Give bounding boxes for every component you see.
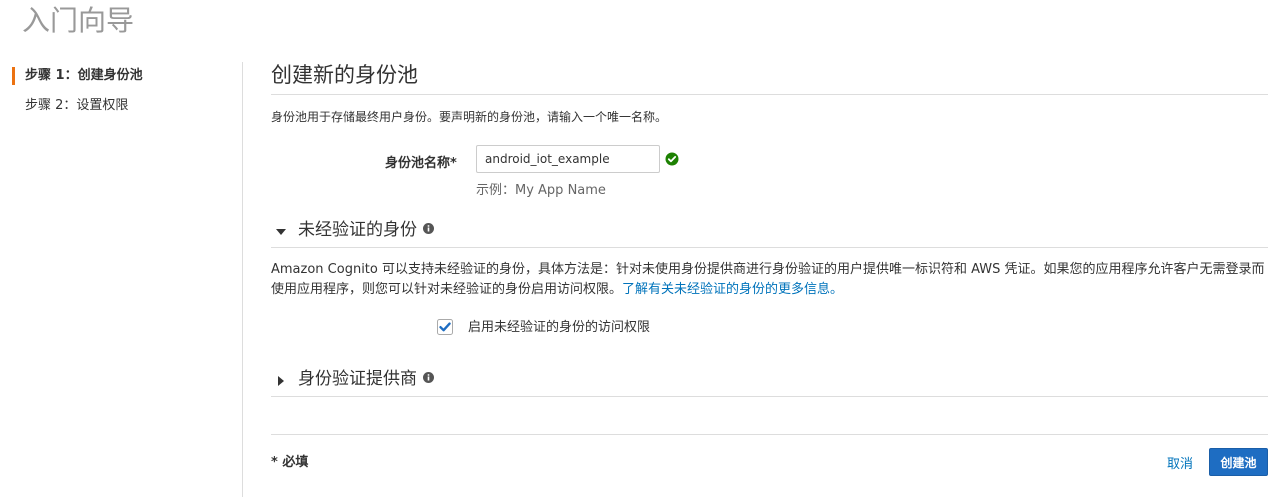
page-title: 创建新的身份池 [271, 60, 1268, 95]
footer-divider [271, 434, 1268, 435]
sidebar-step-1[interactable]: 步骤 1：创建身份池 [12, 66, 232, 86]
cancel-button[interactable]: 取消 [1167, 453, 1193, 472]
info-icon[interactable] [423, 372, 434, 383]
sidebar-step-2[interactable]: 步骤 2：设置权限 [12, 96, 232, 116]
providers-section-title: 身份验证提供商 [298, 367, 434, 391]
enable-unauth-label: 启用未经验证的身份的访问权限 [468, 320, 651, 335]
required-note: * 必填 [271, 455, 309, 470]
check-circle-icon [665, 152, 679, 166]
page: 入门向导 步骤 1：创建身份池 步骤 2：设置权限 创建新的身份池 身份池用于存… [0, 0, 1280, 497]
unauth-section-title-text: 未经验证的身份 [298, 220, 417, 240]
sidebar: 步骤 1：创建身份池 步骤 2：设置权限 [12, 66, 232, 126]
main-content: 创建新的身份池 身份池用于存储最终用户身份。要声明新的身份池，请输入一个唯一名称… [271, 60, 1268, 476]
pool-name-row: 身份池名称* 示例：My App Name [271, 145, 871, 198]
unauth-section-title: 未经验证的身份 [298, 218, 434, 242]
caret-down-icon [276, 229, 286, 235]
pool-name-input[interactable] [476, 145, 660, 173]
enable-unauth-checkbox[interactable] [437, 319, 453, 335]
unauth-section-body: Amazon Cognito 可以支持未经验证的身份，具体方法是：针对未使用身份… [271, 260, 1268, 300]
pool-name-hint: 示例：My App Name [476, 183, 606, 198]
providers-section-header[interactable]: 身份验证提供商 [271, 366, 1268, 397]
unauth-section-header[interactable]: 未经验证的身份 [271, 217, 1268, 248]
providers-section-title-text: 身份验证提供商 [298, 369, 417, 389]
page-description: 身份池用于存储最终用户身份。要声明新的身份池，请输入一个唯一名称。 [271, 110, 668, 124]
create-pool-button[interactable]: 创建池 [1209, 448, 1268, 476]
caret-right-icon [278, 376, 284, 386]
sidebar-divider [242, 62, 243, 497]
info-icon[interactable] [423, 223, 434, 234]
pool-name-label: 身份池名称* [385, 156, 457, 171]
learn-more-link[interactable]: 了解有关未经验证的身份的更多信息。 [622, 282, 843, 297]
wizard-title: 入门向导 [22, 4, 135, 37]
